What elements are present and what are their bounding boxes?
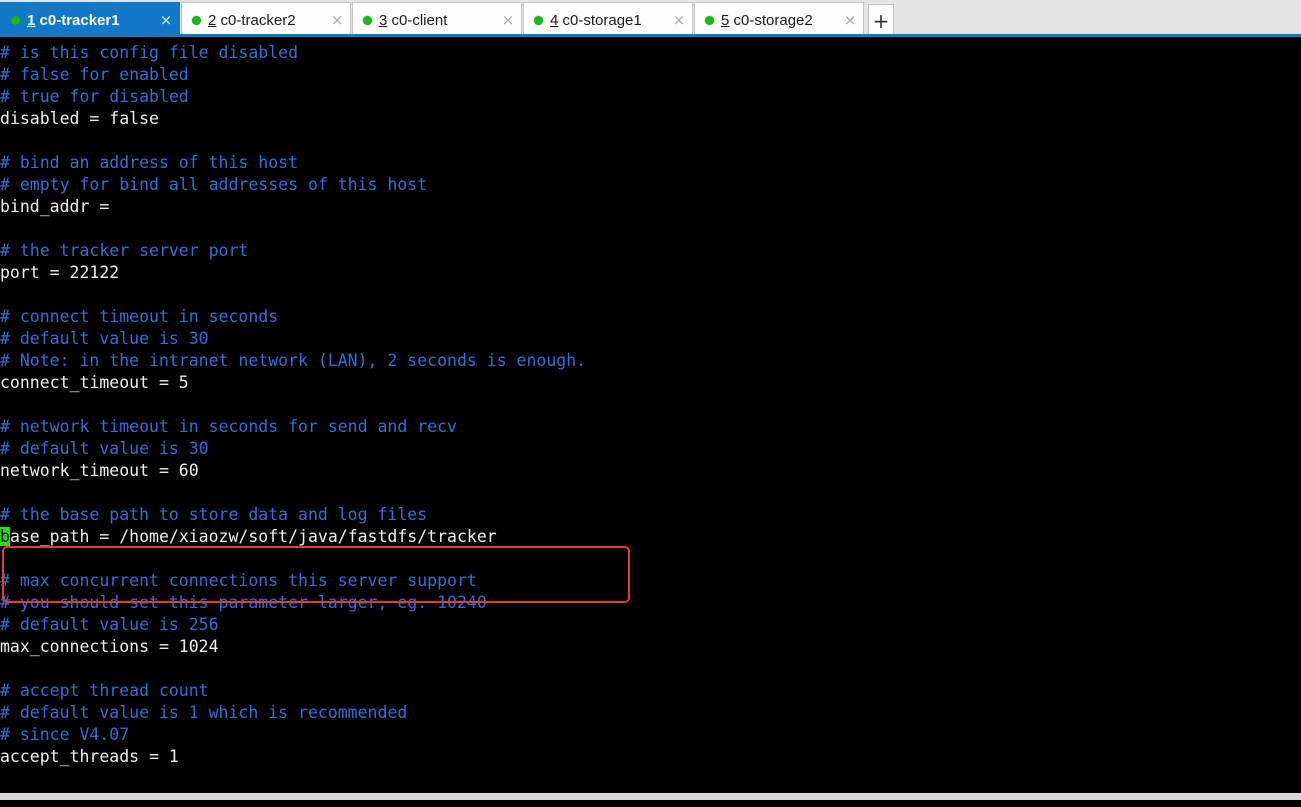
terminal-line-text: # Note: in the intranet network (LAN), 2… — [0, 351, 587, 370]
terminal-line: # false for enabled — [0, 64, 586, 86]
terminal-line: # empty for bind all addresses of this h… — [0, 174, 586, 196]
close-icon[interactable]: × — [499, 12, 517, 28]
close-icon[interactable]: × — [841, 12, 859, 28]
close-icon[interactable]: × — [157, 12, 175, 28]
terminal-line: base_path = /home/xiaozw/soft/java/fastd… — [0, 526, 586, 548]
terminal-line: # default value is 1 which is recommende… — [0, 702, 586, 724]
terminal-line-text: # true for disabled — [0, 87, 189, 106]
terminal-line-text: # default value is 256 — [0, 615, 219, 634]
terminal-line: port = 22122 — [0, 262, 586, 284]
new-tab-button[interactable]: + — [868, 4, 894, 37]
terminal-line-text: # empty for bind all addresses of this h… — [0, 175, 428, 194]
terminal-line-text: # is this config file disabled — [0, 43, 299, 62]
tab-label: 3 c0-client — [379, 12, 499, 29]
tab-title: c0-tracker2 — [220, 11, 296, 29]
terminal-line: # accept thread count — [0, 680, 586, 702]
tab-status-dot-icon — [11, 15, 20, 25]
terminal-line: # default value is 30 — [0, 328, 586, 350]
terminal-line-text: # default value is 30 — [0, 439, 209, 458]
terminal-line-text: # connect timeout in seconds — [0, 307, 279, 326]
tab-index: 3 — [379, 11, 388, 29]
tab-title: c0-storage2 — [733, 11, 813, 29]
terminal-line-text: network_timeout = 60 — [0, 461, 199, 480]
text-cursor: b — [0, 527, 10, 546]
terminal-line-text: # the base path to store data and log fi… — [0, 505, 428, 524]
window-bottom-bar — [0, 793, 1301, 800]
terminal-line-text: # you should set this parameter larger, … — [0, 593, 487, 612]
terminal-line-text: accept_threads = 1 — [0, 747, 179, 766]
tab-c0-tracker1[interactable]: 1 c0-tracker1 × — [0, 2, 180, 37]
tab-title: c0-client — [391, 11, 448, 29]
terminal-line: network_timeout = 60 — [0, 460, 586, 482]
terminal-line-text: # since V4.07 — [0, 725, 130, 744]
tab-status-dot-icon — [363, 15, 372, 25]
terminal-line: # connect timeout in seconds — [0, 306, 586, 328]
tab-index: 4 — [550, 11, 559, 29]
terminal-line: # you should set this parameter larger, … — [0, 592, 586, 614]
tab-label: 1 c0-tracker1 — [27, 12, 157, 29]
terminal-line: # Note: in the intranet network (LAN), 2… — [0, 350, 586, 372]
terminal-line: # true for disabled — [0, 86, 586, 108]
terminal-line-text: max_connections = 1024 — [0, 637, 219, 656]
tab-index: 2 — [208, 11, 217, 29]
terminal-line: # bind an address of this host — [0, 152, 586, 174]
terminal-line-text: bind_addr = — [0, 197, 110, 216]
tab-bar: 1 c0-tracker1 × 2 c0-tracker2 × 3 c0-client ×… — [0, 0, 1301, 37]
terminal-line: # since V4.07 — [0, 724, 586, 746]
tab-c0-storage1[interactable]: 4 c0-storage1 × — [523, 2, 693, 37]
tab-c0-client[interactable]: 3 c0-client × — [352, 2, 522, 37]
terminal-line-text: # the tracker server port — [0, 241, 249, 260]
terminal-line: # default value is 256 — [0, 614, 586, 636]
terminal-line-text: # bind an address of this host — [0, 153, 299, 172]
terminal-line: # network timeout in seconds for send an… — [0, 416, 586, 438]
close-icon[interactable]: × — [328, 12, 346, 28]
terminal-output-area[interactable]: # is this config file disabled # false fo… — [0, 37, 1301, 800]
terminal-line-text: # false for enabled — [0, 65, 189, 84]
terminal-line-text: # accept thread count — [0, 681, 209, 700]
tab-c0-storage2[interactable]: 5 c0-storage2 × — [694, 2, 864, 37]
terminal-line: bind_addr = — [0, 196, 586, 218]
terminal-line: # max concurrent connections this server… — [0, 570, 586, 592]
terminal-line-text: disabled = false — [0, 109, 159, 128]
terminal-line: # the base path to store data and log fi… — [0, 504, 586, 526]
terminal-line: # default value is 30 — [0, 438, 586, 460]
tab-c0-tracker2[interactable]: 2 c0-tracker2 × — [181, 2, 351, 37]
terminal-line: # is this config file disabled — [0, 42, 586, 64]
terminal-text: # is this config file disabled # false fo… — [0, 42, 586, 768]
terminal-line: disabled = false — [0, 108, 586, 130]
close-icon[interactable]: × — [670, 12, 688, 28]
terminal-line-text: # max concurrent connections this server… — [0, 571, 477, 590]
terminal-line-text: port = 22122 — [0, 263, 120, 282]
tab-status-dot-icon — [192, 15, 201, 25]
tab-label: 5 c0-storage2 — [721, 12, 841, 29]
tab-label: 4 c0-storage1 — [550, 12, 670, 29]
tab-status-dot-icon — [705, 15, 714, 25]
terminal-line: max_connections = 1024 — [0, 636, 586, 658]
terminal-line: accept_threads = 1 — [0, 746, 586, 768]
tab-index: 1 — [27, 11, 36, 29]
tab-title: c0-tracker1 — [39, 11, 120, 29]
terminal-line-text: # default value is 30 — [0, 329, 209, 348]
terminal-line-text: connect_timeout = 5 — [0, 373, 189, 392]
terminal-line-text: ase_path = /home/xiaozw/soft/java/fastdf… — [9, 527, 497, 546]
terminal-line: # the tracker server port — [0, 240, 586, 262]
terminal-line: connect_timeout = 5 — [0, 372, 586, 394]
terminal-line-text: # network timeout in seconds for send an… — [0, 417, 457, 436]
terminal-line-text: # default value is 1 which is recommende… — [0, 703, 408, 722]
tab-index: 5 — [721, 11, 730, 29]
tab-title: c0-storage1 — [562, 11, 642, 29]
tab-status-dot-icon — [534, 15, 543, 25]
tab-label: 2 c0-tracker2 — [208, 12, 328, 29]
